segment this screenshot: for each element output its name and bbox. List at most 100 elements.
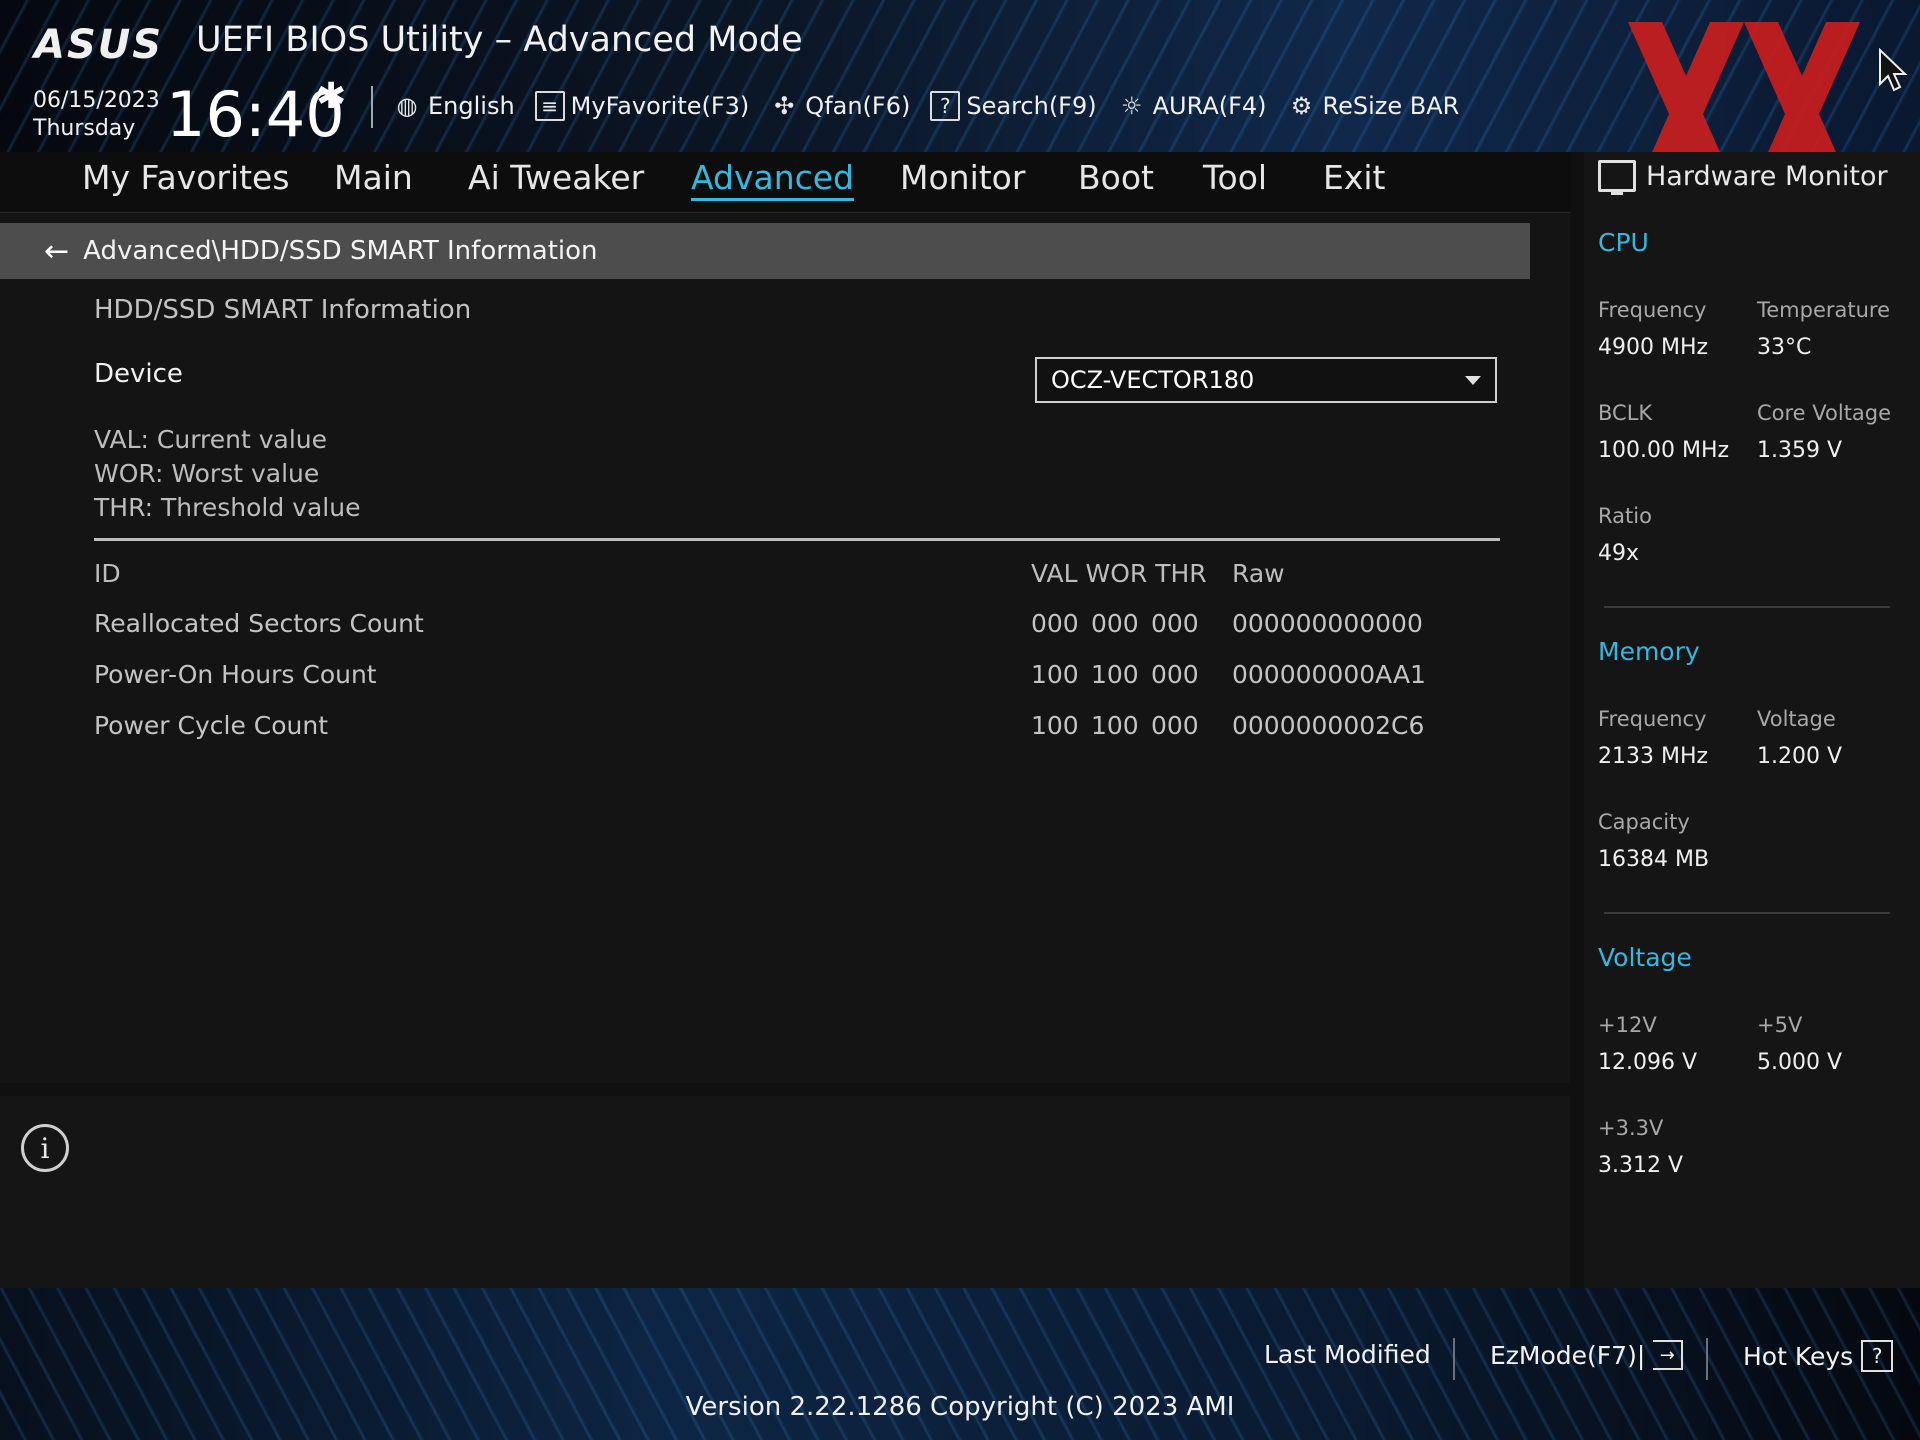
v12-label: +12V (1598, 1013, 1657, 1037)
row-id: Power Cycle Count (94, 711, 329, 740)
myfavorite-label: MyFavorite(F3) (570, 92, 750, 120)
qfan-button[interactable]: ✣ Qfan(F6) (769, 91, 910, 121)
row-val: 100 (1031, 660, 1079, 689)
aura-light-icon: ☼ (1120, 92, 1143, 120)
tab-tool[interactable]: Tool (1203, 158, 1267, 197)
row-wor: 100 (1091, 711, 1139, 740)
tab-exit[interactable]: Exit (1323, 158, 1386, 197)
search-help-icon: ? (930, 91, 961, 121)
v12-value: 12.096 V (1598, 1050, 1698, 1075)
cpu-temperature-value: 33°C (1757, 335, 1812, 360)
main-panel: ← Advanced\HDD/SSD SMART Information HDD… (0, 213, 1570, 1083)
breadcrumb-path: Advanced\HDD/SSD SMART Information (83, 236, 598, 266)
footer-divider (1453, 1338, 1455, 1380)
language-label: English (428, 92, 515, 120)
info-icon: i (21, 1124, 69, 1172)
device-select[interactable]: OCZ-VECTOR180 (1035, 357, 1497, 403)
mouse-cursor-icon (1879, 48, 1908, 92)
capacity-value: 16384 MB (1598, 847, 1710, 872)
aura-button[interactable]: ☼ AURA(F4) (1117, 91, 1267, 121)
tab-boot[interactable]: Boot (1078, 158, 1154, 197)
memory-frequency-label: Frequency (1598, 707, 1707, 731)
hot-keys-button[interactable]: Hot Keys ? (1743, 1340, 1894, 1372)
help-icon: ? (1861, 1340, 1894, 1372)
asus-logo: ASUS (34, 22, 164, 68)
row-id: Reallocated Sectors Count (94, 609, 424, 638)
day-label: Thursday (33, 116, 136, 141)
monitor-icon (1598, 160, 1636, 195)
memory-voltage-label: Voltage (1757, 707, 1836, 731)
device-select-value: OCZ-VECTOR180 (1051, 366, 1255, 394)
resize-bar-icon: ⚙ (1290, 92, 1313, 120)
search-button[interactable]: ? Search(F9) (930, 91, 1097, 121)
main-tabs: My Favorites Main Ai Tweaker Advanced Mo… (0, 152, 1570, 213)
tab-advanced[interactable]: Advanced (691, 158, 855, 201)
device-label: Device (94, 359, 183, 389)
cpu-divider (1604, 606, 1890, 608)
legend-wor: WOR: Worst value (94, 459, 320, 488)
table-row: Reallocated Sectors Count 000 000 000 00… (0, 609, 1530, 649)
favorite-list-icon: ≡ (534, 91, 565, 121)
ratio-value: 49x (1598, 541, 1640, 566)
row-thr: 000 (1151, 711, 1199, 740)
row-val: 000 (1031, 609, 1079, 638)
fan-icon: ✣ (774, 92, 795, 120)
row-raw: 000000000000 (1232, 609, 1423, 638)
cpu-frequency-value: 4900 MHz (1598, 335, 1709, 360)
column-header-val-wor-thr: VAL WOR THR (1031, 559, 1207, 588)
v33-label: +3.3V (1598, 1116, 1664, 1140)
row-thr: 000 (1151, 660, 1199, 689)
legend-val: VAL: Current value (94, 425, 328, 454)
help-info-panel: i (0, 1096, 1570, 1288)
toolbar: ◍ English ≡ MyFavorite(F3) ✣ Qfan(F6) ? … (392, 86, 1479, 126)
table-row: Power-On Hours Count 100 100 000 0000000… (0, 660, 1530, 700)
cpu-temperature-label: Temperature (1757, 298, 1891, 322)
breadcrumb: ← Advanced\HDD/SSD SMART Information (0, 223, 1530, 279)
resize-bar-button[interactable]: ⚙ ReSize BAR (1287, 91, 1460, 121)
memory-divider (1604, 912, 1890, 914)
capacity-label: Capacity (1598, 810, 1690, 834)
globe-icon: ◍ (396, 92, 418, 120)
cpu-heading: CPU (1598, 228, 1649, 257)
bottom-banner: Last Modified EzMode(F7)| → Hot Keys ? V… (0, 1288, 1920, 1440)
row-thr: 000 (1151, 609, 1199, 638)
tab-monitor[interactable]: Monitor (900, 158, 1025, 197)
qfan-label: Qfan(F6) (805, 92, 911, 120)
ratio-label: Ratio (1598, 504, 1652, 528)
section-divider (94, 538, 1500, 541)
memory-voltage-value: 1.200 V (1757, 744, 1843, 769)
v33-value: 3.312 V (1598, 1153, 1684, 1178)
language-button[interactable]: ◍ English (392, 91, 515, 121)
back-arrow-icon[interactable]: ← (44, 234, 69, 269)
row-id: Power-On Hours Count (94, 660, 377, 689)
voltage-heading: Voltage (1598, 943, 1692, 972)
hardware-monitor-title: Hardware Monitor (1646, 160, 1888, 192)
aura-label: AURA(F4) (1152, 92, 1267, 120)
tab-main[interactable]: Main (334, 158, 413, 197)
memory-heading: Memory (1598, 637, 1700, 666)
last-modified-label: Last Modified (1264, 1340, 1431, 1369)
column-header-id: ID (94, 559, 121, 588)
exit-arrow-icon: → (1653, 1340, 1684, 1370)
v5-label: +5V (1757, 1013, 1803, 1037)
myfavorite-button[interactable]: ≡ MyFavorite(F3) (534, 91, 750, 121)
last-modified-button[interactable]: Last Modified (1264, 1340, 1431, 1369)
gear-icon[interactable]: ✱ (316, 76, 346, 117)
row-val: 100 (1031, 711, 1079, 740)
app-title: UEFI BIOS Utility – Advanced Mode (196, 20, 803, 60)
bclk-value: 100.00 MHz (1598, 438, 1730, 463)
header-divider (371, 86, 373, 128)
core-voltage-label: Core Voltage (1757, 401, 1892, 425)
version-text: Version 2.22.1286 Copyright (C) 2023 AMI (685, 1392, 1235, 1422)
date-label: 06/15/2023 (33, 88, 160, 113)
hardware-monitor-header: Hardware Monitor (1598, 160, 1888, 195)
section-title: HDD/SSD SMART Information (94, 295, 472, 325)
ezmode-button[interactable]: EzMode(F7)| → (1490, 1340, 1684, 1370)
tab-my-favorites[interactable]: My Favorites (82, 158, 290, 197)
resize-bar-label: ReSize BAR (1322, 92, 1460, 120)
tab-ai-tweaker[interactable]: Ai Tweaker (468, 158, 644, 197)
search-label: Search(F9) (966, 92, 1097, 120)
row-wor: 000 (1091, 609, 1139, 638)
row-raw: 000000000AA1 (1232, 660, 1426, 689)
hardware-monitor-panel: Hardware Monitor CPU Frequency Temperatu… (1584, 152, 1920, 1288)
